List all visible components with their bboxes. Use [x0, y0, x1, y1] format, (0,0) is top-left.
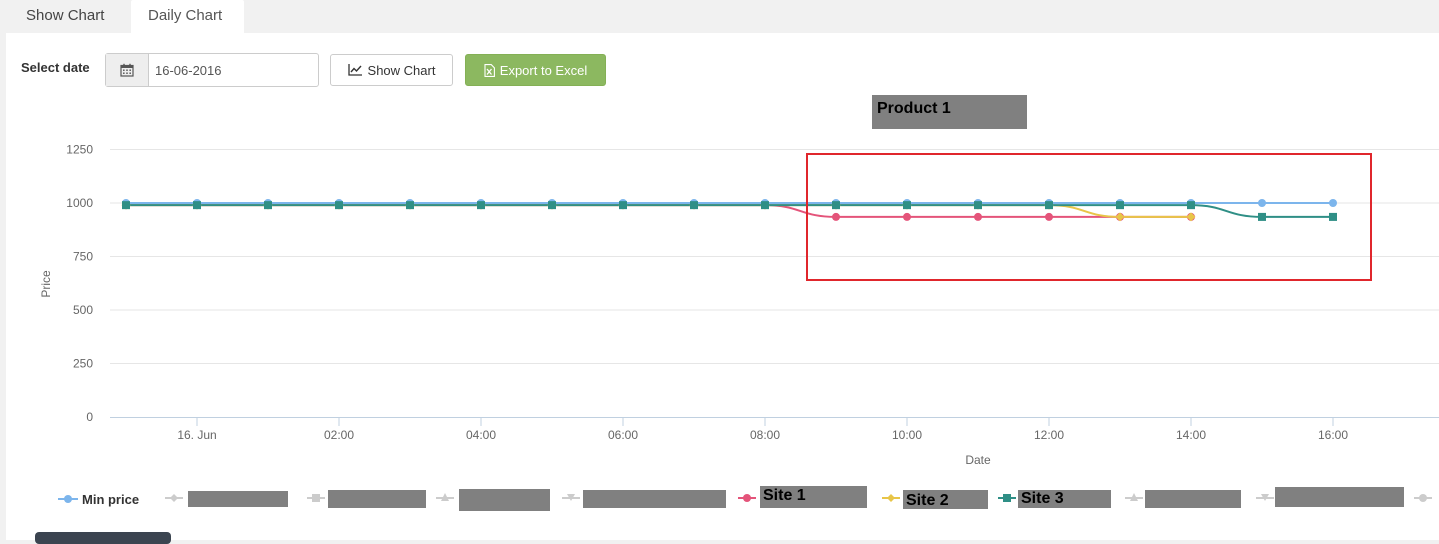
legend-label-site2[interactable]: Site 2 [903, 490, 988, 509]
legend-redacted [328, 490, 426, 508]
x-tick-label: 10:00 [892, 428, 922, 442]
x-tick-label: 12:00 [1034, 428, 1064, 442]
y-axis-label: Price [39, 270, 53, 298]
bottom-button[interactable] [35, 532, 171, 544]
x-tick-label: 04:00 [466, 428, 496, 442]
series-point [548, 201, 556, 210]
chart-grid [110, 149, 1439, 364]
price-chart: 0 250 500 750 1000 1250 16. Jun 02:00 04:00 06:0… [39, 143, 1439, 467]
series-point [903, 201, 911, 210]
y-tick-label: 500 [73, 303, 93, 317]
y-tick-label: 1000 [66, 196, 93, 210]
series-point [1045, 212, 1053, 221]
x-axis-label: Date [965, 453, 991, 467]
series-point [335, 201, 343, 210]
series-point [264, 201, 272, 210]
legend-redacted [1145, 490, 1241, 508]
series-point [1329, 212, 1337, 221]
y-tick-label: 1250 [66, 143, 93, 157]
series-line [126, 204, 1333, 218]
series-point [122, 201, 130, 210]
series-point [1115, 212, 1125, 222]
series-point [1186, 212, 1196, 222]
series-point [406, 201, 414, 210]
x-tick-label: 06:00 [608, 428, 638, 442]
x-axis: 16. Jun 02:00 04:00 06:00 08:00 10:00 12:00 14:… [110, 417, 1439, 442]
legend-label-site1[interactable]: Site 1 [760, 486, 867, 508]
series-point [1258, 199, 1266, 207]
legend-redacted [583, 490, 726, 508]
legend-redacted [459, 489, 550, 511]
legend-redacted [1275, 487, 1404, 507]
x-tick-label: 02:00 [324, 428, 354, 442]
chart-series [121, 199, 1337, 222]
series-point [903, 212, 911, 221]
series-point [1329, 199, 1337, 207]
series-point [832, 201, 840, 210]
legend-redacted [188, 491, 288, 507]
x-tick-label: 16:00 [1318, 428, 1348, 442]
y-axis-ticks: 0 250 500 750 1000 1250 [66, 143, 93, 425]
series-point [1258, 212, 1266, 221]
y-tick-label: 750 [73, 250, 93, 264]
series-point [619, 201, 627, 210]
x-tick-label: 16. Jun [177, 428, 216, 442]
series-point [1045, 201, 1053, 210]
series-point [832, 212, 840, 221]
y-tick-label: 250 [73, 357, 93, 371]
series-point [974, 212, 982, 221]
legend-label-site3[interactable]: Site 3 [1018, 490, 1111, 508]
x-tick-label: 08:00 [750, 428, 780, 442]
series-point [974, 201, 982, 210]
series-point [690, 201, 698, 210]
x-tick-label: 14:00 [1176, 428, 1206, 442]
series-line [126, 204, 1191, 218]
y-tick-label: 0 [86, 410, 93, 424]
series-point [761, 201, 769, 210]
series-point [193, 201, 201, 210]
series-line [126, 204, 1191, 218]
series-point [1116, 201, 1124, 210]
series-point [1187, 201, 1195, 210]
series-point [477, 201, 485, 210]
